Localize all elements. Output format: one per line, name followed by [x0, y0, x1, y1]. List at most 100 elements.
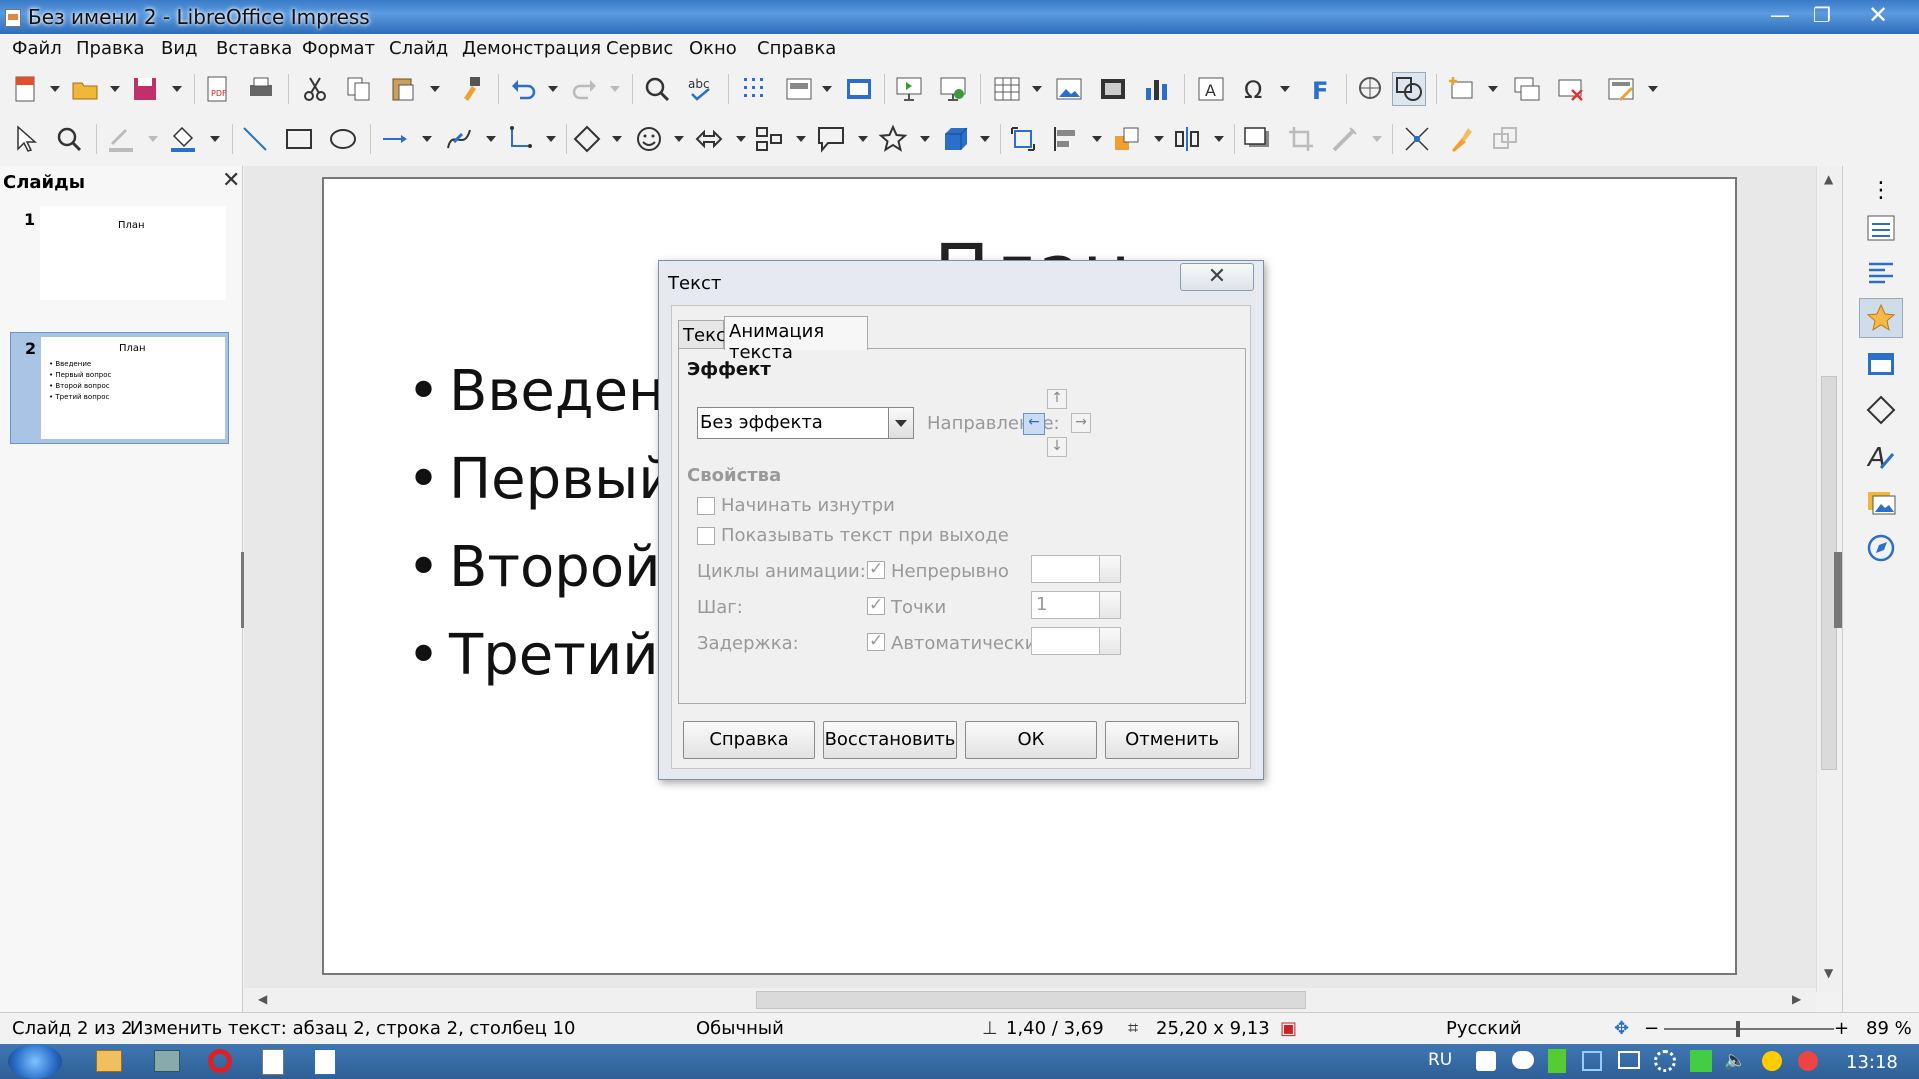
curves-dropdown-icon[interactable] [486, 136, 496, 142]
scroll-right-icon[interactable]: ▶ [1792, 992, 1801, 1006]
undo-icon[interactable] [506, 72, 540, 106]
block-arrows-icon[interactable] [692, 122, 726, 156]
symbol-shapes-icon[interactable] [632, 122, 666, 156]
grid-icon[interactable] [738, 72, 772, 106]
desktop-taskbar-icon[interactable] [154, 1050, 180, 1072]
maximize-button[interactable]: ❐ [1804, 2, 1840, 28]
menu-view[interactable]: Вид [161, 38, 198, 59]
arrow-right-icon[interactable]: → [1071, 413, 1091, 433]
sidebar-menu-icon[interactable]: ⋮ [1859, 170, 1903, 210]
3d-objects-dropdown-icon[interactable] [980, 136, 990, 142]
scroll-down-icon[interactable]: ▼ [1824, 966, 1833, 980]
rotate-icon[interactable] [1006, 122, 1040, 156]
display-views-icon[interactable] [782, 72, 816, 106]
close-slides-panel-icon[interactable]: ✕ [222, 168, 240, 193]
cut-icon[interactable] [298, 72, 332, 106]
line-color-icon[interactable] [104, 122, 138, 156]
hyperlink-icon[interactable] [1354, 72, 1388, 106]
navigator-icon[interactable] [1859, 528, 1903, 568]
special-character-icon[interactable]: Ω [1238, 72, 1272, 106]
impress-taskbar-icon[interactable] [262, 1049, 284, 1075]
lines-arrows-dropdown-icon[interactable] [422, 136, 432, 142]
stars-dropdown-icon[interactable] [920, 136, 930, 142]
arrow-down-icon[interactable]: ↓ [1047, 437, 1067, 457]
filter-dropdown-icon[interactable] [1372, 136, 1382, 142]
toggle-extrusion-icon[interactable] [1488, 122, 1522, 156]
step-spinner[interactable]: 1 [1031, 591, 1121, 619]
block-arrows-dropdown-icon[interactable] [736, 136, 746, 142]
automatic-checkbox[interactable] [867, 631, 885, 651]
callouts-icon[interactable] [814, 122, 848, 156]
redo-icon[interactable] [568, 72, 602, 106]
fill-color-icon[interactable] [166, 122, 200, 156]
fill-color-dropdown-icon[interactable] [210, 136, 220, 142]
delay-spinner[interactable] [1031, 627, 1121, 655]
slide-layout-icon[interactable] [1604, 72, 1638, 106]
print-icon[interactable] [244, 72, 278, 106]
animation-cycles-spinner[interactable] [1031, 555, 1121, 583]
menu-slideshow[interactable]: Демонстрация [462, 38, 601, 59]
animation-icon[interactable] [1859, 298, 1903, 338]
display-views-dropdown-icon[interactable] [822, 86, 832, 92]
zoom-slider[interactable] [1664, 1028, 1834, 1030]
flowchart-icon[interactable] [752, 122, 786, 156]
special-character-dropdown-icon[interactable] [1280, 86, 1290, 92]
screen-capture-icon[interactable] [1582, 1051, 1602, 1071]
slide-bullet[interactable]: Первый [407, 447, 675, 512]
image-icon[interactable] [1052, 72, 1086, 106]
chart-icon[interactable] [1140, 72, 1174, 106]
duplicate-slide-icon[interactable] [1510, 72, 1544, 106]
new-document-icon[interactable] [8, 72, 42, 106]
basic-shapes-dropdown-icon[interactable] [612, 136, 622, 142]
new-slide-dropdown-icon[interactable] [1488, 86, 1498, 92]
distribute-dropdown-icon[interactable] [1214, 136, 1224, 142]
glue-points-icon[interactable] [1444, 122, 1478, 156]
start-from-current-icon[interactable] [936, 72, 970, 106]
display-icon[interactable] [1618, 1051, 1640, 1069]
new-slide-icon[interactable] [1444, 72, 1478, 106]
filter-icon[interactable] [1328, 122, 1362, 156]
select-pointer-icon[interactable] [8, 122, 42, 156]
paste-icon[interactable] [386, 72, 420, 106]
undo-dropdown-icon[interactable] [548, 86, 558, 92]
input-language[interactable]: RU [1428, 1050, 1452, 1070]
reset-button[interactable]: Восстановить [823, 721, 957, 759]
explorer-taskbar-icon[interactable] [96, 1050, 122, 1072]
menu-slide[interactable]: Слайд [389, 38, 448, 59]
horizontal-scroll-thumb[interactable] [756, 991, 1306, 1009]
opera-taskbar-icon[interactable] [208, 1049, 232, 1073]
styles-icon[interactable]: A [1859, 436, 1903, 476]
arrange-dropdown-icon[interactable] [1154, 136, 1164, 142]
master-slide-icon[interactable] [842, 72, 876, 106]
zoom-slider-thumb[interactable] [1736, 1021, 1740, 1037]
cancel-button[interactable]: Отменить [1105, 721, 1239, 759]
distribute-icon[interactable] [1170, 122, 1204, 156]
spelling-icon[interactable]: abc [684, 72, 718, 106]
properties-icon[interactable] [1859, 208, 1903, 248]
slide-bullet[interactable]: Третий [407, 623, 659, 688]
arrow-left-icon[interactable]: ← [1023, 413, 1045, 435]
export-pdf-icon[interactable]: PDF [200, 72, 234, 106]
zoom-pan-icon[interactable] [52, 122, 86, 156]
slide-transition-icon[interactable] [1859, 344, 1903, 384]
cloud-icon[interactable] [1512, 1051, 1534, 1069]
tab-text-animation[interactable]: Анимация текста [724, 316, 868, 363]
save-dropdown-icon[interactable] [172, 86, 182, 92]
points-icon[interactable] [1400, 122, 1434, 156]
download-icon[interactable] [1548, 1049, 1566, 1073]
scroll-up-icon[interactable]: ▲ [1824, 172, 1833, 186]
menu-tools[interactable]: Сервис [606, 38, 673, 59]
table-dropdown-icon[interactable] [1032, 86, 1042, 92]
tab-text[interactable]: Текст [678, 320, 736, 350]
flowchart-dropdown-icon[interactable] [796, 136, 806, 142]
connectors-icon[interactable] [504, 122, 538, 156]
find-replace-icon[interactable] [640, 72, 674, 106]
minimize-button[interactable]: — [1762, 2, 1798, 28]
chevron-down-icon[interactable] [888, 408, 913, 438]
textbox-icon[interactable]: A [1194, 72, 1228, 106]
ellipse-icon[interactable] [326, 122, 360, 156]
sidebar-collapse-handle[interactable] [1834, 552, 1842, 628]
media-icon[interactable] [1096, 72, 1130, 106]
callouts-dropdown-icon[interactable] [858, 136, 868, 142]
line-color-dropdown-icon[interactable] [148, 136, 158, 142]
